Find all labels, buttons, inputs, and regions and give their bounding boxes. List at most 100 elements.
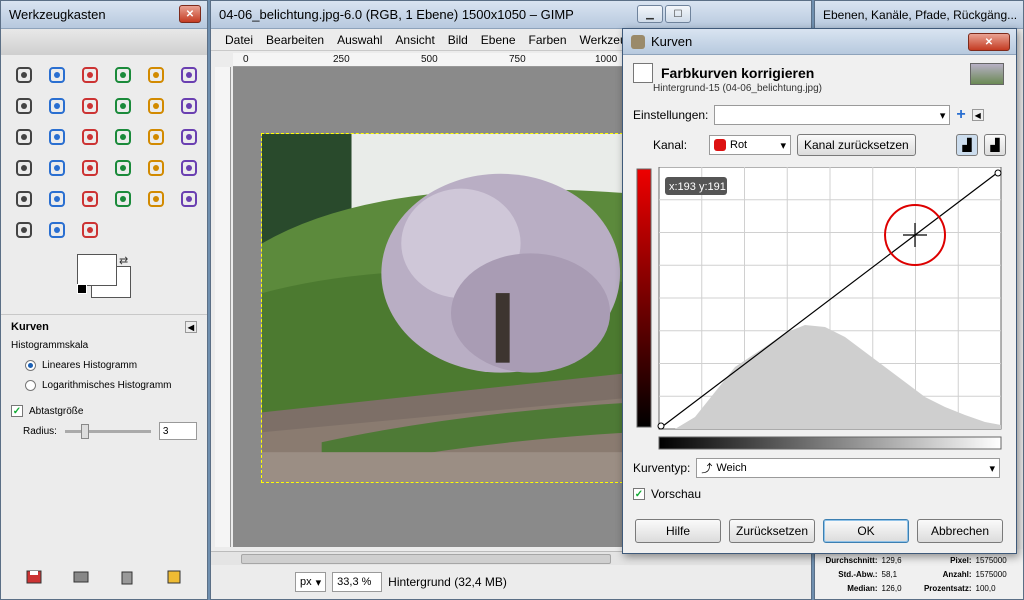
color-select-icon[interactable] [141,61,171,89]
log-histogram-icon[interactable]: ▟ [984,134,1006,156]
color-area: ⇄ [77,254,207,306]
flip-icon[interactable] [9,154,39,182]
sample-average-checkbox[interactable]: ✓ [11,405,23,417]
foreground-select-icon[interactable] [9,92,39,120]
add-preset-icon[interactable]: + [956,106,965,124]
move-icon[interactable] [174,92,204,120]
coords-text: x:193 y:191 [669,181,726,193]
toolbox-bottom-bar [1,569,207,585]
swap-colors-icon[interactable]: ⇄ [119,254,128,267]
status-text: Hintergrund (32,4 MB) [388,575,507,589]
image-window-title: 04-06_belichtung.jpg-6.0 (RGB, 1 Ebene) … [219,7,574,22]
reset-channel-button[interactable]: Kanal zurücksetzen [797,134,916,156]
curves-graph[interactable]: x:193 y:191 [635,167,1005,463]
pencil-icon[interactable] [141,154,171,182]
scale-icon[interactable] [108,123,138,151]
paths-icon[interactable] [42,92,72,120]
perspective-clone-icon[interactable] [174,185,204,213]
menu-item[interactable]: Bearbeiten [266,33,324,47]
menu-item[interactable]: Auswahl [337,33,382,47]
scrollbar-thumb[interactable] [241,554,611,564]
cancel-button[interactable]: Abbrechen [917,519,1003,543]
radius-slider[interactable] [64,423,151,439]
close-icon[interactable]: ✕ [179,5,201,23]
shear-icon[interactable] [141,123,171,151]
paintbrush-icon[interactable] [174,154,204,182]
curve-type-select[interactable]: ⤴ Weich ▾ [696,458,1000,478]
bucket-fill-icon[interactable] [75,154,105,182]
reset-options-icon[interactable] [165,569,183,585]
log-histogram-radio[interactable] [25,379,36,391]
dock-titlebar[interactable]: Ebenen, Kanäle, Pfade, Rückgäng... [815,1,1023,29]
stat-value: 1575000 [975,569,1007,579]
smudge-icon[interactable] [42,216,72,244]
settings-select[interactable]: ▾ [714,105,951,125]
linear-histogram-label: Lineares Histogramm [42,359,138,371]
preview-label: Vorschau [651,487,702,501]
stat-value: 126,0 [881,583,902,593]
sample-average-label: Abtastgröße [29,405,84,417]
toolbox-title: Werkzeugkasten [9,7,106,22]
vertical-ruler [215,67,231,547]
default-colors-icon[interactable] [77,284,87,294]
curves-titlebar[interactable]: Kurven ✕ [623,29,1016,55]
linear-histogram-radio[interactable] [25,359,36,371]
delete-options-icon[interactable] [118,569,136,585]
dialog-header: Farbkurven korrigieren [623,55,1016,87]
zoom-icon[interactable] [108,92,138,120]
close-icon[interactable]: ✕ [968,33,1010,51]
heal-icon[interactable] [141,185,171,213]
menu-item[interactable]: Ebene [481,33,516,47]
menu-item[interactable]: Farben [529,33,567,47]
toolbox-titlebar[interactable]: Werkzeugkasten ✕ [1,1,207,29]
ok-button[interactable]: OK [823,519,909,543]
ruler-tick: 500 [421,54,438,65]
clone-icon[interactable] [108,185,138,213]
linear-histogram-icon[interactable]: ▟ [956,134,978,156]
preview-checkbox[interactable]: ✓ [633,488,645,500]
ellipse-select-icon[interactable] [42,61,72,89]
tool-options-menu-icon[interactable]: ◀ [185,321,197,333]
image-titlebar[interactable]: 04-06_belichtung.jpg-6.0 (RGB, 1 Ebene) … [211,1,811,29]
save-options-icon[interactable] [25,569,43,585]
restore-options-icon[interactable] [72,569,90,585]
ink-icon[interactable] [75,185,105,213]
airbrush-icon[interactable] [42,185,72,213]
fuzzy-select-icon[interactable] [108,61,138,89]
vertical-gradient-bar [636,168,652,428]
scissors-icon[interactable] [174,61,204,89]
stat-key: Median: [847,583,878,593]
unit-select[interactable]: px ▾ [295,572,327,592]
preset-menu-icon[interactable]: ◀ [971,109,984,121]
rect-select-icon[interactable] [9,61,39,89]
maximize-icon[interactable]: ☐ [665,5,691,23]
channel-select[interactable]: Rot ▾ [709,135,791,155]
align-icon[interactable] [9,123,39,151]
radius-spinbox[interactable]: 3 [158,422,197,440]
stat-key: Durchschnitt: [825,555,878,565]
foreground-color-swatch[interactable] [77,254,117,286]
reset-button[interactable]: Zurücksetzen [729,519,815,543]
crop-icon[interactable] [42,123,72,151]
help-button[interactable]: Hilfe [635,519,721,543]
tool-options: Histogrammskala Lineares Histogramm Loga… [1,335,207,441]
curves-app-icon [631,34,645,49]
zoom-select[interactable]: 33,3 % [332,572,383,592]
color-picker-icon[interactable] [75,92,105,120]
minimize-icon[interactable]: ▁ [637,5,663,23]
blend-icon[interactable] [108,154,138,182]
menu-item[interactable]: Ansicht [395,33,434,47]
eraser-icon[interactable] [9,185,39,213]
perspective-icon[interactable] [174,123,204,151]
radius-slider-knob[interactable] [80,423,89,439]
menu-item[interactable]: Datei [225,33,253,47]
measure-icon[interactable] [141,92,171,120]
rotate-icon[interactable] [75,123,105,151]
free-select-icon[interactable] [75,61,105,89]
text-icon[interactable] [42,154,72,182]
stat-value: 58,1 [881,569,898,579]
blur-icon[interactable] [9,216,39,244]
stat-key: Pixel: [950,555,972,565]
menu-item[interactable]: Bild [448,33,468,47]
dodge-burn-icon[interactable] [75,216,105,244]
